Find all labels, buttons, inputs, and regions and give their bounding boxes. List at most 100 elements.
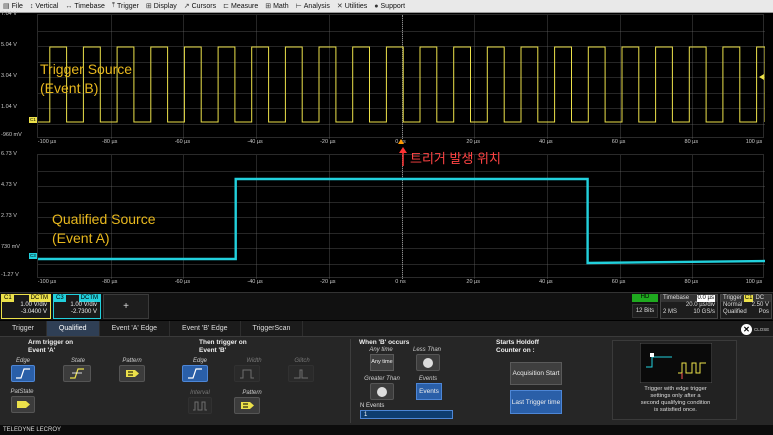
y-tick-label: 3.04 V bbox=[1, 73, 17, 79]
trigger-label: Trigger bbox=[723, 295, 742, 301]
tab-triggerscan[interactable]: TriggerScan bbox=[241, 321, 304, 336]
channel-c3-descriptor[interactable]: C3 DCTM 1.00 V/div -2.7300 V bbox=[53, 294, 101, 319]
x-tick-label: 100 µs bbox=[745, 279, 763, 285]
arm-pattern-button[interactable] bbox=[119, 365, 145, 382]
menu-item-file[interactable]: ▤ File bbox=[3, 2, 23, 11]
stopwatch-icon bbox=[377, 386, 387, 397]
then-edge-label: Edge bbox=[192, 358, 207, 364]
then-interval-label: Interval bbox=[190, 390, 210, 396]
then-width-label: Width bbox=[246, 358, 262, 364]
x-tick-label: -100 µs bbox=[37, 139, 57, 145]
help-line: settings only after a bbox=[650, 393, 701, 399]
then-glitch-button[interactable] bbox=[288, 365, 314, 382]
then-width-button[interactable] bbox=[234, 365, 260, 382]
edge-icon bbox=[188, 368, 202, 379]
menu-item-label: Vertical bbox=[35, 2, 59, 10]
holdoff-title-line: Counter on : bbox=[496, 346, 535, 354]
then-title-line: Event 'B' bbox=[199, 346, 227, 354]
pattern-icon bbox=[241, 402, 254, 409]
state-icon bbox=[70, 368, 84, 379]
y-tick-label: -1.27 V bbox=[1, 272, 19, 278]
channel-ground-marker[interactable]: C3 bbox=[29, 253, 37, 259]
holdoff-section-title: Starts Holdoff Counter on : bbox=[496, 339, 539, 354]
c1-name: C1 bbox=[2, 295, 14, 302]
when-anytime-button[interactable]: Any time bbox=[370, 354, 394, 371]
tab-event-b-edge[interactable]: Event 'B' Edge bbox=[170, 321, 241, 336]
menu-item-cursors[interactable]: ↗ Cursors bbox=[183, 2, 216, 11]
menu-item-utilities[interactable]: ✕ Utilities bbox=[337, 2, 367, 11]
trigger-time-marker bbox=[397, 139, 404, 144]
timebase-descriptor[interactable]: Timebase 0.0 µs 20.0 µs/div 2 MS 10 GS/s bbox=[660, 294, 718, 319]
menu-item-trigger[interactable]: ⤒ Trigger bbox=[112, 2, 139, 10]
annotation-line: (Event A) bbox=[52, 230, 110, 246]
trigger-descriptor[interactable]: Trigger C1 DC Normal 2.50 V Qualified Pos bbox=[720, 294, 772, 319]
menu-item-label: File bbox=[11, 2, 23, 10]
x-tick-label: -20 µs bbox=[320, 139, 336, 145]
when-lessthan-button[interactable] bbox=[416, 354, 440, 371]
when-greaterthan-button[interactable] bbox=[370, 383, 394, 400]
when-events-button[interactable]: Events bbox=[416, 383, 442, 400]
edge-icon bbox=[16, 368, 30, 379]
holdoff-title-line: Starts Holdoff bbox=[496, 339, 539, 346]
menu-item-support[interactable]: ● Support bbox=[374, 3, 405, 10]
x-tick-label: 0 ns bbox=[395, 279, 406, 285]
x-tick-label: -60 µs bbox=[174, 279, 191, 285]
display-icon: ⊞ bbox=[145, 3, 152, 10]
y-tick-label: 2.73 V bbox=[1, 213, 17, 219]
trigger-level-marker[interactable] bbox=[759, 74, 764, 80]
then-interval-button[interactable] bbox=[188, 397, 212, 414]
when-greaterthan-label: Greater Than bbox=[364, 376, 400, 382]
menu-item-timebase[interactable]: ↔ Timebase bbox=[65, 3, 104, 10]
add-channel-button[interactable]: + bbox=[103, 294, 149, 319]
y-tick-label: 6.73 V bbox=[1, 151, 17, 157]
channel-c1-descriptor[interactable]: C1 DCTM 1.00 V/div -3.0400 V bbox=[1, 294, 51, 319]
x-tick-label: 20 µs bbox=[466, 139, 480, 145]
trigger-position-arrow-icon bbox=[399, 147, 407, 166]
menu-item-measure[interactable]: ⊏ Measure bbox=[223, 2, 259, 11]
menu-item-label: Display bbox=[153, 2, 177, 10]
then-edge-button[interactable] bbox=[182, 365, 208, 382]
cursors-icon: ↗ bbox=[183, 3, 190, 10]
arm-patstate-button[interactable] bbox=[11, 396, 35, 413]
x-tick-label: -40 µs bbox=[247, 279, 263, 285]
arm-edge-button[interactable] bbox=[11, 365, 35, 382]
tab-qualified[interactable]: Qualified bbox=[46, 321, 100, 336]
acquisition-start-button[interactable]: Acquisition Start bbox=[510, 362, 562, 385]
c3-mode: DCTM bbox=[78, 295, 100, 302]
x-tick-label: -20 µs bbox=[320, 279, 336, 285]
timebase-icon: ↔ bbox=[65, 2, 73, 10]
close-button[interactable]: ✕ CLOSE bbox=[741, 323, 771, 335]
when-section-title: When 'B' occurs bbox=[359, 339, 410, 346]
vertical-icon: ↕ bbox=[29, 2, 34, 10]
channel-ground-marker[interactable]: C1 bbox=[29, 117, 37, 123]
arm-edge-label: Edge bbox=[15, 358, 30, 364]
menu-item-label: Measure bbox=[230, 2, 259, 10]
y-tick-label: 4.73 V bbox=[1, 182, 17, 188]
menu-item-analysis[interactable]: ⊢ Analysis bbox=[296, 2, 330, 11]
arm-state-label: State bbox=[70, 358, 85, 364]
x-tick-label: 80 µs bbox=[684, 139, 699, 145]
y-tick-label: 7.04 V bbox=[1, 11, 17, 17]
tab-event-a-edge[interactable]: Event 'A' Edge bbox=[100, 321, 171, 336]
menu-item-vertical[interactable]: ↕ Vertical bbox=[30, 3, 58, 10]
when-lessthan-label: Less Than bbox=[412, 347, 442, 353]
menu-item-label: Trigger bbox=[116, 2, 139, 10]
waveform-grid-c1[interactable] bbox=[37, 14, 765, 139]
menu-item-label: Support bbox=[380, 2, 406, 10]
c1-mode: DCTM bbox=[28, 295, 50, 302]
annotation-trigger-source: Trigger Source (Event B) bbox=[40, 60, 132, 98]
menu-item-math[interactable]: ⊞ Math bbox=[265, 2, 288, 11]
last-trigger-time-button[interactable]: Last Trigger time bbox=[510, 390, 562, 414]
arm-state-button[interactable] bbox=[63, 365, 91, 382]
help-line: second qualifying condition bbox=[640, 400, 711, 406]
tab-trigger[interactable]: Trigger bbox=[0, 321, 47, 336]
arm-title-line: Arm trigger on bbox=[28, 339, 74, 346]
then-pattern-button[interactable] bbox=[234, 397, 260, 414]
annotation-line: Qualified Source bbox=[52, 211, 156, 227]
width-icon bbox=[240, 369, 254, 379]
menu-item-display[interactable]: ⊞ Display bbox=[145, 2, 177, 11]
x-tick-label: -60 µs bbox=[174, 139, 191, 145]
nevents-input[interactable]: 1 bbox=[360, 410, 453, 419]
brand-footer: TELEDYNE LECROY bbox=[0, 425, 773, 435]
trigger-coupling: DC bbox=[755, 295, 765, 301]
